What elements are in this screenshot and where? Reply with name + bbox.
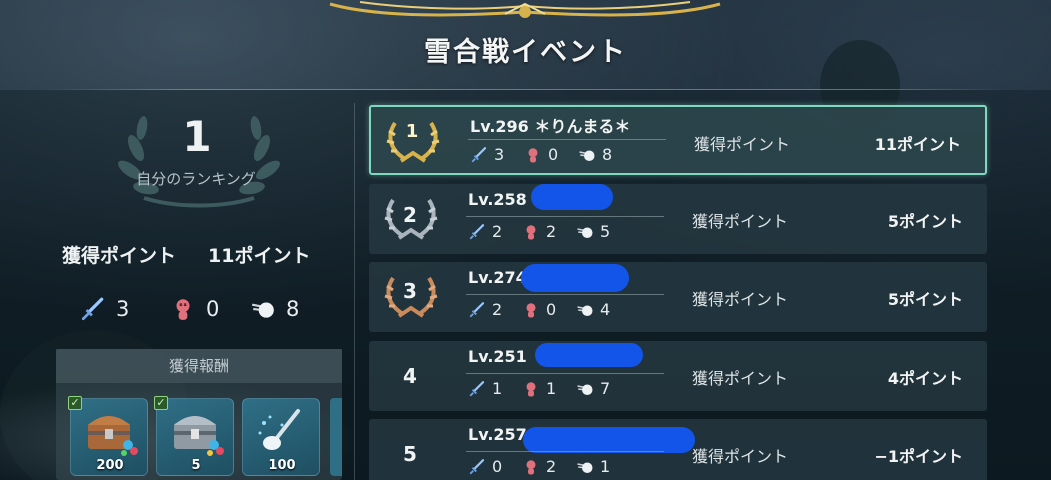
my-downs-value: 0: [206, 297, 220, 321]
bronze-chest-icon: [88, 416, 138, 456]
reward-item[interactable]: ✓ 200: [68, 396, 148, 476]
snowball-icon: [251, 302, 274, 318]
player-name: Lv.251: [468, 347, 527, 366]
knocked-out-icon: [176, 299, 190, 320]
my-downs-stat: 0: [170, 296, 219, 322]
downs-value: 2: [546, 222, 557, 241]
snowball-icon: [577, 305, 593, 316]
my-points-value: 11ポイント: [208, 245, 311, 267]
snowballs-value: 1: [600, 457, 611, 476]
rank-number: 5: [403, 442, 417, 466]
reward-item[interactable]: 100: [242, 398, 320, 476]
ranking-row[interactable]: 5 Lv.257 0 2 1 獲得ポイント −1ポイント: [369, 419, 987, 480]
row-separator: [466, 294, 664, 295]
points-value: 4ポイント: [887, 369, 963, 388]
sword-icon: [471, 146, 487, 162]
hits-value: 3: [494, 145, 505, 164]
snowballs-value: 4: [600, 300, 611, 319]
knocked-out-icon: [528, 147, 538, 162]
ranking-row[interactable]: 3 Lv.274 2 0 4 獲得ポイント 5ポイント: [369, 262, 987, 332]
sword-icon: [469, 301, 485, 317]
points-value: −1ポイント: [874, 447, 963, 466]
sword-icon: [469, 223, 485, 239]
claimed-check-icon: ✓: [154, 396, 168, 410]
hits-value: 2: [492, 222, 503, 241]
points-value: 5ポイント: [887, 212, 963, 231]
hits-value: 1: [492, 379, 503, 398]
snowballs-value: 5: [600, 222, 611, 241]
ranking-row[interactable]: 2 Lv.258 2 2 5 獲得ポイント 5ポイント: [369, 184, 987, 254]
points-label: 獲得ポイント: [692, 290, 789, 309]
title-divider: [44, 89, 1007, 90]
player-name: Lv.296 ＊りんまる＊: [470, 117, 631, 136]
snow-shovel-icon: [258, 409, 300, 450]
rank-number: 4: [403, 364, 417, 388]
ranking-row[interactable]: 4 Lv.251 1 1 7 獲得ポイント 4ポイント: [369, 341, 987, 411]
claimed-check-icon: ✓: [68, 396, 82, 410]
points-label: 獲得ポイント: [692, 212, 789, 231]
reward-item-partial[interactable]: [330, 398, 342, 476]
my-rank-number: 1: [182, 112, 212, 161]
reward-quantity: 100: [268, 458, 296, 473]
player-name: Lv.274: [468, 268, 527, 287]
hits-value: 2: [492, 300, 503, 319]
downs-value: 1: [546, 379, 557, 398]
downs-value: 0: [548, 145, 559, 164]
snowballs-value: 8: [602, 145, 613, 164]
points-label: 獲得ポイント: [692, 447, 789, 466]
player-stats: 2 0 4: [468, 300, 630, 319]
player-stats: 3 0 8: [470, 145, 632, 164]
my-rank-label: 自分のランキング: [136, 170, 256, 188]
snowball-icon: [577, 227, 593, 238]
row-separator: [466, 451, 664, 452]
player-stats: 0 2 1: [468, 457, 630, 476]
rank-number: 3: [403, 279, 417, 303]
redaction-mark: [521, 264, 629, 292]
row-separator: [468, 139, 666, 140]
points-label: 獲得ポイント: [692, 369, 789, 388]
ranking-row[interactable]: 1 Lv.296 ＊りんまる＊ 3 0 8 獲得ポイント 11ポイント: [369, 105, 987, 175]
downs-value: 2: [546, 457, 557, 476]
player-name: Lv.258: [468, 190, 527, 209]
player-stats: 2 2 5: [468, 222, 630, 241]
player-stats: 1 1 7: [468, 379, 630, 398]
top-ornament: [329, 1, 721, 18]
knocked-out-icon: [526, 381, 536, 396]
panel-divider: [354, 103, 355, 480]
downs-value: 0: [546, 300, 557, 319]
redaction-mark: [531, 184, 613, 210]
sword-icon: [469, 458, 485, 474]
sword-icon: [81, 297, 104, 321]
sword-icon: [469, 380, 485, 396]
redaction-mark: [535, 343, 643, 367]
my-hits-stat: 3: [80, 296, 129, 322]
my-points-label: 獲得ポイント: [62, 245, 177, 267]
redaction-mark: [523, 427, 695, 453]
snowballs-value: 7: [600, 379, 611, 398]
row-separator: [466, 373, 664, 374]
snowball-icon: [577, 462, 593, 473]
knocked-out-icon: [526, 459, 536, 474]
reward-item[interactable]: ✓ 5: [154, 396, 234, 476]
reward-quantity: 200: [96, 458, 124, 473]
row-separator: [466, 216, 664, 217]
rank-number: 2: [403, 203, 417, 227]
rewards-title: 獲得報酬: [56, 349, 342, 383]
rank-number: 1: [405, 121, 419, 142]
snowball-icon: [577, 384, 593, 395]
knocked-out-icon: [526, 302, 536, 317]
hits-value: 0: [492, 457, 503, 476]
my-snowballs-value: 8: [286, 297, 300, 321]
knocked-out-icon: [526, 224, 536, 239]
silver-chest-icon: [174, 416, 224, 456]
points-value: 5ポイント: [887, 290, 963, 309]
reward-quantity: 5: [191, 458, 201, 473]
my-snowballs-stat: 8: [250, 296, 299, 322]
player-name: Lv.257: [468, 425, 527, 444]
snowball-icon: [579, 150, 595, 161]
points-label: 獲得ポイント: [694, 135, 791, 154]
page-title: 雪合戦イベント: [424, 37, 627, 68]
points-value: 11ポイント: [874, 135, 961, 154]
my-hits-value: 3: [116, 297, 130, 321]
